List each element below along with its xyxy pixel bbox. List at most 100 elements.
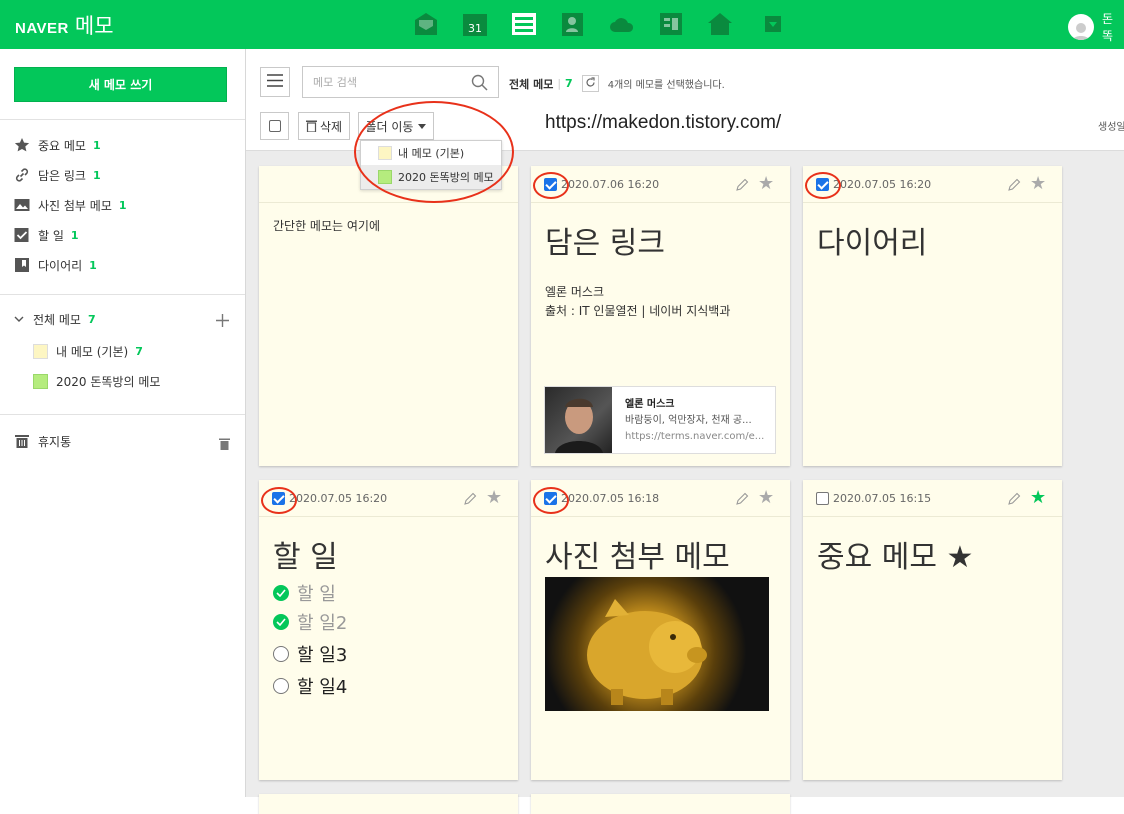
todo-text: 할 일3 xyxy=(297,645,348,666)
memo-card[interactable] xyxy=(259,794,518,814)
sidebar-item-label: 담은 링크 xyxy=(38,168,86,183)
star-icon[interactable]: ★ xyxy=(1030,175,1046,193)
memo-icon[interactable] xyxy=(511,11,537,37)
memo-body: 엘론 머스크 출처 : IT 인물열전 | 네이버 지식백과 xyxy=(545,283,730,321)
sidebar-item-trash[interactable]: 휴지통 xyxy=(14,431,71,451)
todo-open-icon[interactable] xyxy=(273,646,289,662)
sidebar-item-label: 할 일 xyxy=(38,228,64,243)
select-all-checkbox[interactable] xyxy=(268,120,281,132)
contacts-icon[interactable] xyxy=(560,11,586,37)
todo-item[interactable]: 할 일 xyxy=(273,580,336,606)
memo-card[interactable]: 2020.07.05 16:20 ★ 다이어리 xyxy=(803,166,1062,466)
folder-item-2020[interactable]: 2020 돈똑방의 메모 xyxy=(33,371,160,391)
count-badge: 1 xyxy=(70,228,79,242)
select-all-button[interactable] xyxy=(260,112,289,140)
sidebar: 새 메모 쓰기 중요 메모 1 담은 링크 1 사진 첨부 메모 1 할 일 1… xyxy=(0,49,246,797)
memo-date: 2020.07.05 16:20 xyxy=(289,492,388,505)
sidebar-item-links[interactable]: 담은 링크 1 xyxy=(14,165,101,185)
memo-card[interactable]: 2020.07.05 16:18 ★ 사진 첨부 메모 xyxy=(531,480,790,780)
memo-checkbox[interactable] xyxy=(816,492,829,505)
menu-toggle-button[interactable] xyxy=(260,67,290,97)
all-memos-label: 전체 메모 xyxy=(33,312,81,327)
edit-icon[interactable] xyxy=(735,491,749,510)
star-icon xyxy=(14,137,30,153)
hamburger-icon xyxy=(267,74,283,90)
user-name: 돈똑 xyxy=(1101,12,1113,43)
count-badge: 1 xyxy=(118,198,127,212)
edit-icon[interactable] xyxy=(1007,177,1021,196)
photo-icon xyxy=(14,197,30,213)
quick-memo-card[interactable]: 간단한 메모는 여기에 xyxy=(259,166,518,466)
page-url-title: https://makedon.tistory.com/ xyxy=(545,112,782,133)
bookmark-icon xyxy=(14,257,30,273)
folder-label: 내 메모 (기본) xyxy=(56,344,129,359)
calendar-icon[interactable]: 31 xyxy=(462,11,488,37)
star-icon[interactable]: ★ xyxy=(758,175,774,193)
search-input[interactable] xyxy=(303,67,453,97)
link-preview[interactable]: 엘론 머스크 바람둥이, 억만장자, 천재 공... https://terms… xyxy=(544,386,776,454)
folder-item-default[interactable]: 내 메모 (기본) 7 xyxy=(33,341,143,361)
star-icon[interactable]: ★ xyxy=(486,489,502,507)
memo-card[interactable]: 2020.07.06 16:20 ★ 담은 링크 엘론 머스크 출처 : IT … xyxy=(531,166,790,466)
more-apps-icon[interactable] xyxy=(760,11,786,37)
attached-photo[interactable] xyxy=(545,577,769,711)
memo-card[interactable]: 2020.07.05 16:20 ★ 할 일 할 일 할 일2 할 일3 할 일… xyxy=(259,480,518,780)
new-memo-button[interactable]: 새 메모 쓰기 xyxy=(14,67,227,102)
memo-card[interactable]: 2020.07.05 16:15 ★ 중요 메모 ★ xyxy=(803,480,1062,780)
delete-button[interactable]: 삭제 xyxy=(298,112,350,140)
annotation-circle xyxy=(805,172,841,199)
memo-card[interactable] xyxy=(531,794,790,814)
todo-done-icon[interactable] xyxy=(273,614,289,630)
todo-open-icon[interactable] xyxy=(273,678,289,694)
memo-title: 다이어리 xyxy=(817,226,928,261)
cloud-icon[interactable] xyxy=(609,11,635,37)
link-url: https://terms.naver.com/e... xyxy=(625,431,765,442)
todo-item[interactable]: 할 일3 xyxy=(273,641,347,667)
todo-text: 할 일 xyxy=(297,584,336,605)
sidebar-item-photos[interactable]: 사진 첨부 메모 1 xyxy=(14,195,127,215)
top-bar: NAVER 메모 31 돈똑 xyxy=(0,0,1124,49)
refresh-icon xyxy=(585,76,596,91)
sort-created[interactable]: 생성일 xyxy=(1098,118,1124,133)
sidebar-item-diary[interactable]: 다이어리 1 xyxy=(14,255,97,275)
add-folder-icon[interactable] xyxy=(216,312,229,331)
chevron-down-icon[interactable] xyxy=(14,311,24,327)
office-icon[interactable] xyxy=(658,11,684,37)
quick-memo-placeholder[interactable]: 간단한 메모는 여기에 xyxy=(273,217,380,236)
breadcrumb-title: 전체 메모 xyxy=(509,77,554,91)
folder-color-swatch xyxy=(33,373,48,389)
edit-icon[interactable] xyxy=(1007,491,1021,510)
works-icon[interactable] xyxy=(707,11,733,37)
divider xyxy=(0,119,245,120)
count-badge: 7 xyxy=(87,312,96,326)
logo[interactable]: NAVER 메모 xyxy=(15,10,114,40)
empty-trash-icon[interactable] xyxy=(219,435,230,454)
sidebar-item-label: 중요 메모 xyxy=(38,138,86,153)
todo-done-icon[interactable] xyxy=(273,585,289,601)
all-memos-item[interactable]: 전체 메모 7 xyxy=(14,309,96,329)
sidebar-item-label: 다이어리 xyxy=(38,258,83,273)
memo-count: 7 xyxy=(565,77,573,90)
todo-text: 할 일2 xyxy=(297,613,348,634)
link-thumbnail xyxy=(545,387,612,453)
edit-icon[interactable] xyxy=(463,491,477,510)
todo-text: 할 일4 xyxy=(297,677,348,698)
breadcrumb: 전체 메모 | 7 4개의 메모를 선택했습니다. xyxy=(509,75,725,92)
edit-icon[interactable] xyxy=(735,177,749,196)
sidebar-item-important[interactable]: 중요 메모 1 xyxy=(14,135,101,155)
divider xyxy=(0,294,245,295)
refresh-button[interactable] xyxy=(581,75,599,92)
sidebar-item-todo[interactable]: 할 일 1 xyxy=(14,225,79,245)
annotation-circle xyxy=(533,172,569,199)
star-icon[interactable]: ★ xyxy=(758,489,774,507)
count-badge: 1 xyxy=(89,258,97,272)
star-icon[interactable]: ★ xyxy=(1030,489,1046,507)
count-badge: 1 xyxy=(92,138,101,152)
mail-icon[interactable] xyxy=(413,11,439,37)
user-menu[interactable]: 돈똑 xyxy=(1068,10,1124,44)
search-icon[interactable] xyxy=(471,74,488,95)
memo-title: 중요 메모 ★ xyxy=(817,540,974,575)
memo-date: 2020.07.05 16:20 xyxy=(833,178,932,191)
todo-item[interactable]: 할 일4 xyxy=(273,673,347,699)
todo-item[interactable]: 할 일2 xyxy=(273,609,347,635)
